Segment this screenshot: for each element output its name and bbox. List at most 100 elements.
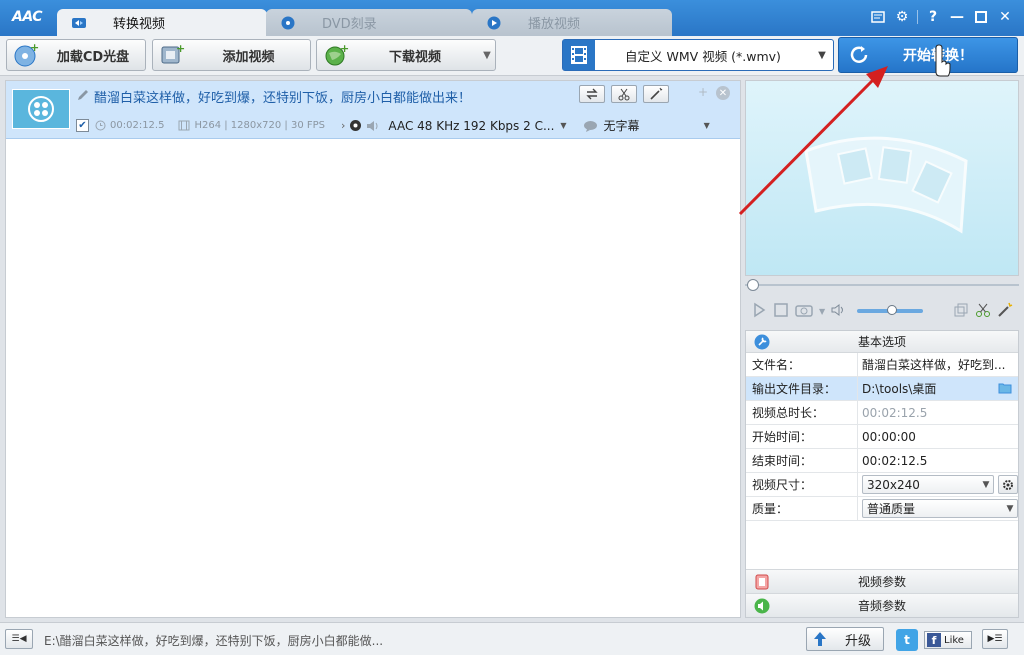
start-time-field[interactable]: 00:00:00 [858, 425, 1018, 448]
copy-icon[interactable] [953, 302, 969, 321]
cd-add-icon: + [11, 41, 41, 69]
load-cd-button[interactable]: + 加载CD光盘 [6, 39, 146, 71]
item-actions [579, 85, 669, 103]
clock-icon [95, 120, 106, 131]
volume-handle[interactable] [887, 305, 898, 315]
upgrade-button[interactable]: 升级 [806, 627, 884, 651]
svg-text:+: + [30, 42, 39, 54]
load-cd-label: 加载CD光盘 [56, 49, 130, 65]
video-size-value: 320x240 [867, 477, 920, 492]
tab-convert-video[interactable]: 转换视频 [57, 9, 267, 36]
magic-wand-button[interactable] [643, 85, 669, 103]
total-duration-value: 00:02:12.5 [862, 405, 928, 420]
add-video-label: 添加视频 [222, 49, 275, 65]
duration-text: 00:02:12.5 [110, 120, 165, 131]
prop-row-start-time: 开始时间： 00:00:00 [746, 425, 1018, 449]
video-info-text: H264 | 1280x720 | 30 FPS [194, 120, 325, 131]
chevron-right-icon: › [341, 119, 346, 132]
output-dir-field[interactable]: D:\tools\桌面 [858, 377, 1018, 400]
help-icon[interactable]: ? [924, 8, 942, 26]
video-params-title: 视频参数 [857, 575, 906, 589]
audio-params-title: 音频参数 [857, 599, 906, 613]
film-icon [178, 120, 190, 131]
video-size-settings-button[interactable] [998, 475, 1018, 494]
twitter-icon[interactable]: t [896, 629, 918, 651]
prop-key: 文件名： [746, 353, 858, 376]
prop-key: 视频尺寸： [746, 473, 858, 496]
film-add-icon: + [157, 41, 187, 69]
remove-item-icon[interactable]: ✕ [716, 86, 730, 100]
globe-add-icon: + [321, 41, 351, 69]
pencil-icon[interactable] [76, 88, 90, 105]
basic-options-header[interactable]: 基本选项 [746, 331, 1018, 353]
prop-row-total-duration: 视频总时长： 00:02:12.5 [746, 401, 1018, 425]
list-item[interactable]: 醋溜白菜这样做，好吃到爆，还特别下饭，厨房小白都能做出来！ + ✕ ✔ 00:0… [6, 81, 740, 139]
window-controls: ⚙ ? — ✕ [869, 8, 1014, 26]
volume-icon [366, 120, 380, 132]
list-toggle-button[interactable]: ☰◀ [5, 629, 33, 649]
folder-icon[interactable] [998, 382, 1012, 397]
status-bar: ☰◀ E:\醋溜白菜这样做，好吃到爆，还特别下饭，厨房小白都能做... 升级 t… [0, 622, 1024, 655]
subtitle-select[interactable]: 无字幕 [604, 117, 640, 134]
add-video-button[interactable]: + 添加视频 [152, 39, 311, 71]
start-convert-label: 开始转换！ [903, 48, 973, 64]
prop-key: 结束时间： [746, 449, 858, 472]
svg-text:+: + [176, 42, 185, 55]
chevron-down-icon: ▼ [818, 49, 826, 61]
output-dir-value: D:\tools\桌面 [862, 382, 937, 396]
facebook-like-button[interactable]: f Like [924, 631, 972, 649]
register-icon[interactable] [869, 8, 887, 26]
properties-panel: 基本选项 文件名： 醋溜白菜这样做，好吃到... 输出文件目录： D:\tool… [745, 330, 1019, 618]
speech-bubble-icon [583, 120, 598, 132]
download-video-button[interactable]: + 下载视频 ▼ [316, 39, 496, 71]
video-size-select[interactable]: 320x240 ▼ [862, 475, 994, 494]
chevron-down-icon: ▼ [1006, 503, 1014, 514]
scissors-button[interactable] [611, 85, 637, 103]
close-icon[interactable]: ✕ [996, 8, 1014, 26]
basic-options-title: 基本选项 [857, 335, 906, 349]
convert-icon [71, 15, 87, 31]
seek-handle[interactable] [747, 279, 759, 291]
start-convert-button[interactable]: 开始转换！ [838, 37, 1018, 73]
video-params-section[interactable]: 视频参数 [746, 569, 1018, 593]
volume-slider[interactable] [857, 305, 924, 315]
video-title: 醋溜白菜这样做，好吃到爆，还特别下饭，厨房小白都能做出来！ [94, 91, 472, 106]
tab-play-video[interactable]: 播放视频 [472, 9, 672, 36]
magic-wand-icon[interactable] [997, 302, 1013, 321]
facebook-icon: f [927, 633, 941, 647]
chevron-down-icon[interactable]: ▼ [560, 121, 566, 130]
gear-icon[interactable]: ⚙ [893, 8, 911, 26]
plus-icon[interactable]: + [698, 85, 708, 99]
chevron-down-icon[interactable]: ▼ [819, 307, 825, 316]
tab-label: 转换视频 [113, 17, 166, 32]
audio-track-icon [349, 119, 362, 132]
seek-bar[interactable] [745, 278, 1019, 292]
audio-track-select[interactable]: AAC 48 KHz 192 Kbps 2 C... [388, 119, 554, 133]
volume-icon[interactable] [831, 303, 847, 320]
quality-select[interactable]: 普通质量 ▼ [862, 499, 1018, 518]
prop-key: 开始时间： [746, 425, 858, 448]
upgrade-label: 升级 [844, 633, 871, 649]
camera-icon[interactable] [795, 302, 813, 321]
play-icon[interactable] [751, 302, 767, 321]
audio-params-section[interactable]: 音频参数 [746, 593, 1018, 617]
chevron-down-icon[interactable]: ▼ [479, 50, 495, 61]
speaker-icon [754, 598, 770, 617]
output-format-select[interactable]: 自定义 WMV 视频 (*.wmv) ▼ [562, 39, 834, 71]
panel-toggle-button[interactable]: ▶☰ [982, 629, 1008, 649]
video-list: 醋溜白菜这样做，好吃到爆，还特别下饭，厨房小白都能做出来！ + ✕ ✔ 00:0… [5, 80, 741, 618]
swap-button[interactable] [579, 85, 605, 103]
toolbar: + 加载CD光盘 + 添加视频 + 下载视频 ▼ 自定义 WMV 视频 (*.w… [0, 36, 1024, 76]
film-reel-watermark-icon [804, 136, 968, 234]
end-time-field[interactable]: 00:02:12.5 [858, 449, 1018, 472]
divider [917, 10, 918, 24]
stop-icon[interactable] [773, 302, 789, 321]
maximize-icon[interactable] [972, 8, 990, 26]
filename-field[interactable]: 醋溜白菜这样做，好吃到... [858, 353, 1018, 376]
chevron-down-icon[interactable]: ▼ [704, 121, 710, 130]
prop-row-output-dir: 输出文件目录： D:\tools\桌面 [746, 377, 1018, 401]
minimize-icon[interactable]: — [948, 8, 966, 26]
item-checkbox[interactable]: ✔ [76, 119, 89, 132]
scissors-icon[interactable] [975, 302, 991, 321]
tab-dvd-burn[interactable]: DVD刻录 [266, 9, 472, 36]
